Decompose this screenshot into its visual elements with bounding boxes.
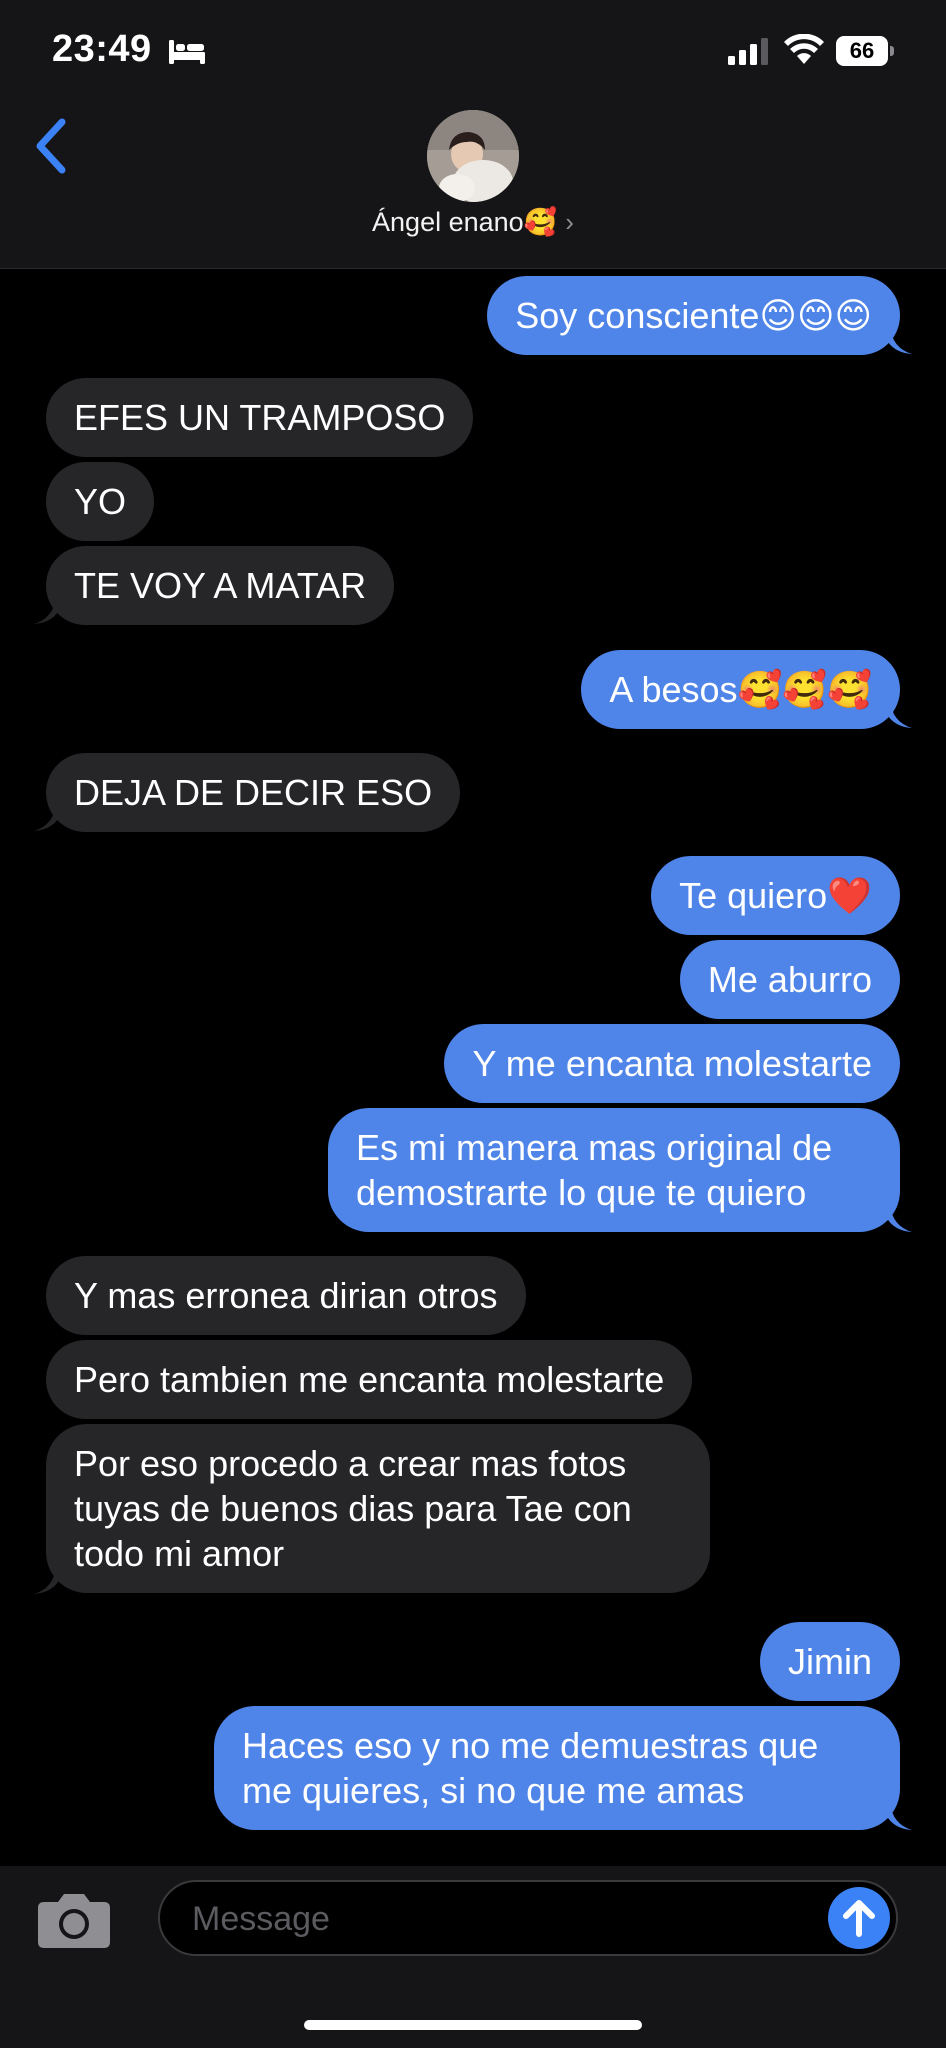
battery-level: 66 [836,36,888,66]
message-bubble-incoming[interactable]: TE VOY A MATAR [46,546,395,625]
contact-name: Ángel enano🥰 [372,207,558,237]
bubble-tail [882,1204,912,1232]
message-bubble-outgoing[interactable]: A besos🥰🥰🥰 [581,650,900,729]
message-bubble-incoming[interactable]: Y mas erronea dirian otros [46,1256,526,1335]
contact-avatar[interactable] [427,110,519,202]
message-bubble-outgoing[interactable]: Me aburro [679,940,900,1019]
battery-icon: 66 [836,36,896,66]
message-bubble-outgoing[interactable]: Y me encanta molestarte [444,1024,900,1103]
home-indicator [304,2020,642,2030]
contact-name-button[interactable]: Ángel enano🥰 › [0,206,946,238]
camera-icon [38,1894,110,1948]
message-field[interactable] [158,1880,898,1956]
message-bubble-outgoing[interactable]: Jimin [759,1622,900,1701]
bed-icon [169,40,205,64]
message-bubble-incoming[interactable]: Pero tambien me encanta molestarte [46,1340,693,1419]
message-input[interactable] [190,1882,794,1956]
send-button[interactable] [828,1887,890,1949]
message-bubble-outgoing[interactable]: Soy consciente😊😊😊 [487,276,900,355]
bubble-tail [882,1802,912,1830]
message-bubble-incoming[interactable]: DEJA DE DECIR ESO [46,753,461,832]
bubble-tail [34,803,64,831]
message-bubble-incoming[interactable]: Por eso procedo a crear mas fotos tuyas … [46,1424,710,1593]
message-bubble-incoming[interactable]: EFES UN TRAMPOSO [46,378,474,457]
camera-button[interactable] [36,1888,112,1950]
bubble-tail [882,700,912,728]
battery-cap [890,46,894,56]
status-time: 23:49 [52,28,152,70]
arrow-up-icon [843,1900,875,1937]
message-bubble-outgoing[interactable]: Te quiero❤️ [651,856,900,935]
bubble-tail [34,596,64,624]
conversation-header: 23:49 66 Ángel enano🥰 › [0,0,946,269]
avatar-photo [427,110,519,202]
signal-icon [728,38,768,65]
message-bubble-outgoing[interactable]: Haces eso y no me demuestras que me quie… [214,1706,900,1830]
bubble-tail [34,1566,64,1594]
bubble-tail [882,326,912,354]
message-bubble-outgoing[interactable]: Es mi manera mas original de demostrarte… [328,1108,900,1232]
wifi-icon [784,34,824,64]
chevron-left-icon [36,118,66,174]
back-button[interactable] [30,116,74,176]
message-bubble-incoming[interactable]: YO [46,462,155,541]
message-composer [0,1866,946,2048]
chevron-right-icon: › [565,207,574,237]
